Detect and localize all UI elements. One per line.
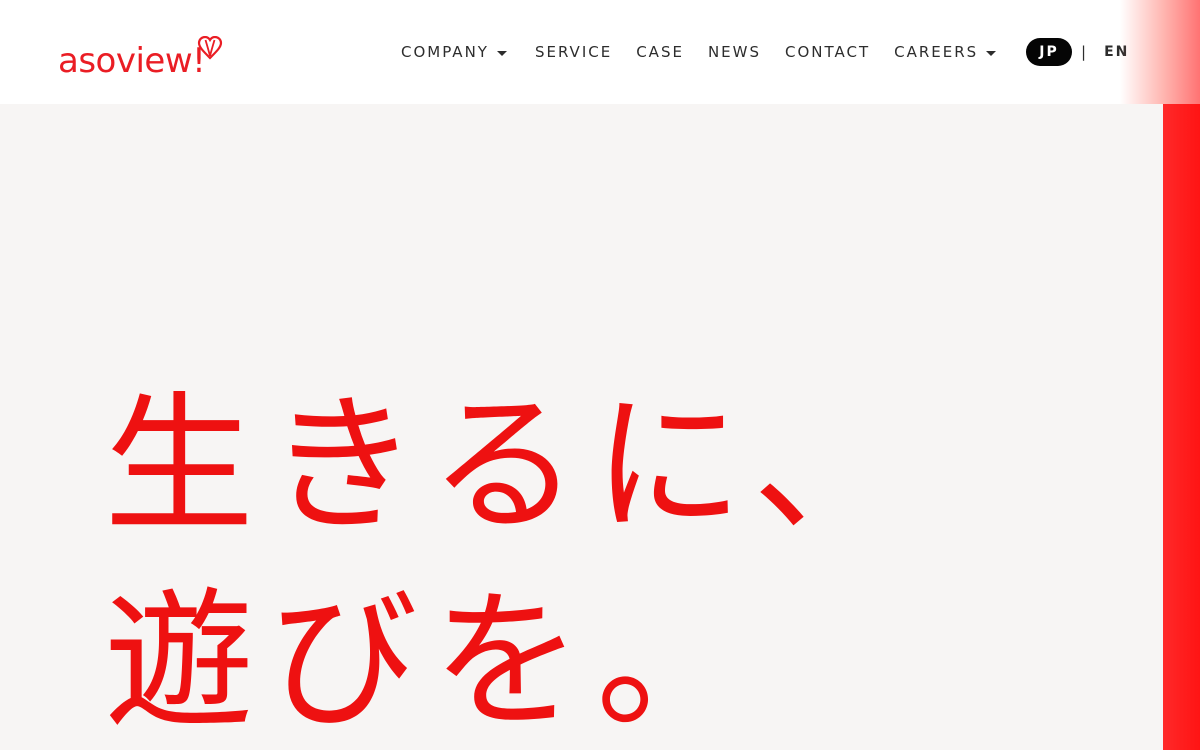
lang-separator: | [1081, 43, 1087, 61]
red-side-strip [1163, 0, 1200, 750]
lang-jp-button[interactable]: JP [1026, 38, 1072, 66]
nav-item-service[interactable]: SERVICE [535, 43, 612, 61]
nav-item-news[interactable]: NEWS [708, 43, 761, 61]
nav-item-label: SERVICE [534, 43, 613, 61]
hero-headline: 生きるに、 遊びを。 [104, 368, 917, 750]
caret-down-icon [986, 50, 997, 56]
hero-line-1: 生きるに、 [104, 379, 917, 553]
nav-item-label: NEWS [707, 43, 761, 61]
site-header: asoview! COMPANY SERVICE CASE NEWS CONTA… [0, 0, 1200, 104]
language-switcher: JP | EN [1026, 38, 1129, 66]
hero-line-2: 遊びを。 [104, 575, 761, 749]
nav-item-company[interactable]: COMPANY [401, 43, 507, 61]
nav-item-contact[interactable]: CONTACT [785, 43, 870, 61]
caret-down-icon [496, 50, 507, 56]
nav-item-case[interactable]: CASE [636, 43, 684, 61]
nav-item-label: CASE [636, 43, 684, 61]
page: asoview! COMPANY SERVICE CASE NEWS CONTA… [0, 0, 1200, 750]
nav-item-label: CAREERS [894, 43, 979, 61]
nav-item-label: COMPANY [401, 43, 489, 61]
logo-wordmark: asoview! [58, 41, 206, 81]
nav-item-careers[interactable]: CAREERS [894, 43, 997, 61]
balloon-heart-icon [198, 36, 223, 60]
main-nav: COMPANY SERVICE CASE NEWS CONTACT CAREER… [401, 36, 997, 68]
nav-item-label: CONTACT [785, 43, 871, 61]
header-fade [1120, 0, 1200, 104]
logo-link[interactable]: asoview! [58, 28, 223, 78]
